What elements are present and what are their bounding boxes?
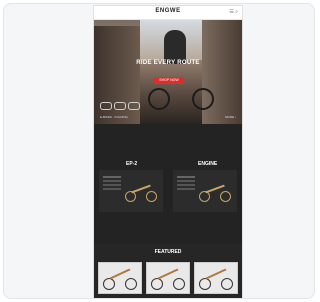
featured-product-thumb[interactable] (98, 262, 142, 294)
bike-wheel (173, 278, 185, 290)
carousel-dot[interactable] (128, 102, 140, 110)
collections-section: EP-2 ENGINE (94, 124, 242, 254)
bike-wheel (199, 191, 210, 202)
bike-image (125, 182, 157, 202)
hero-title: RIDE EVERY ROUTE (136, 60, 200, 66)
menu-search-icons[interactable]: ☰ ⌕ (229, 9, 238, 15)
hero-meta-right[interactable]: MORE › (225, 115, 236, 119)
mobile-page-preview[interactable]: ENGWE ☰ ⌕ RIDE EVERY ROUTE SHOP NOW E-BI… (94, 6, 242, 298)
hero-carousel-dots[interactable] (100, 102, 140, 110)
bike-wheel (221, 278, 233, 290)
hero-meta-left: E-BIKES · FOLDING (100, 115, 128, 119)
bike-wheel (103, 278, 115, 290)
bike-wheel (151, 278, 163, 290)
site-header: ENGWE ☰ ⌕ (94, 6, 242, 20)
featured-title: FEATURED (154, 249, 182, 255)
site-logo[interactable]: ENGWE (155, 8, 180, 14)
bike-wheel (220, 191, 231, 202)
carousel-dot[interactable] (114, 102, 126, 110)
collection-title-right: ENGINE (198, 161, 218, 167)
collection-card-text (177, 176, 195, 178)
carousel-dot[interactable] (100, 102, 112, 110)
preview-card: ENGWE ☰ ⌕ RIDE EVERY ROUTE SHOP NOW E-BI… (3, 3, 315, 299)
bike-wheel (125, 278, 137, 290)
hero-bike-wheel-rear (192, 88, 214, 110)
hero-cta-button[interactable]: SHOP NOW (154, 77, 184, 84)
featured-product-thumb[interactable] (194, 262, 238, 294)
bike-wheel (199, 278, 211, 290)
collection-card-left[interactable] (99, 170, 163, 212)
bike-wheel (146, 191, 157, 202)
bike-image (199, 182, 231, 202)
hero-bike-wheel-front (148, 88, 170, 110)
collection-card-text (103, 176, 121, 178)
bike-wheel (125, 191, 136, 202)
featured-product-thumb[interactable] (146, 262, 190, 294)
collection-title-left: EP-2 (126, 161, 138, 167)
hero-banner: RIDE EVERY ROUTE SHOP NOW E-BIKES · FOLD… (94, 20, 242, 124)
featured-section: FEATURED (94, 244, 242, 298)
collection-card-right[interactable] (173, 170, 237, 212)
hero-rider-image (164, 30, 186, 64)
